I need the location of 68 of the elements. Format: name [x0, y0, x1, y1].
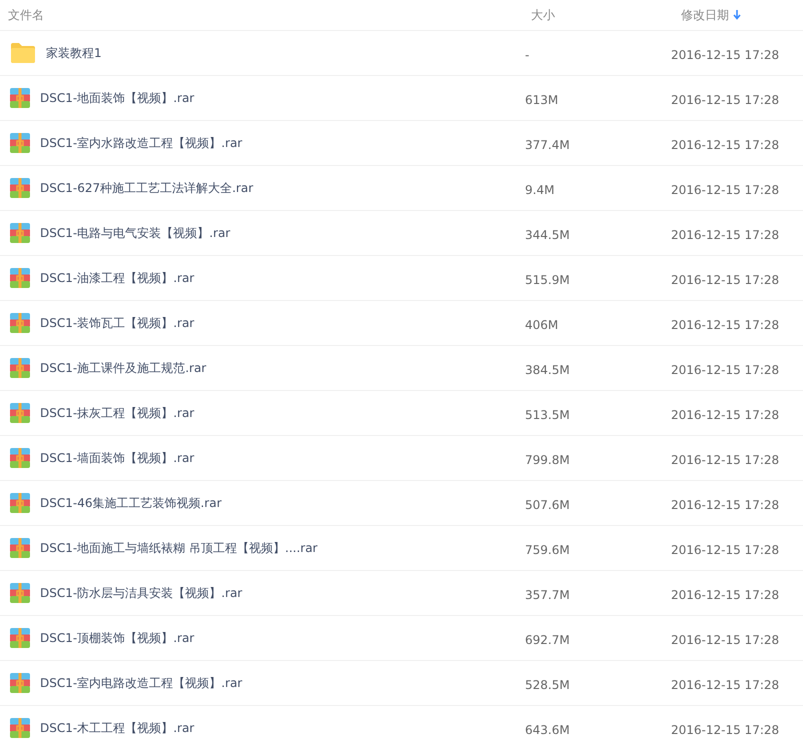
column-header[interactable]: 大小 [531, 6, 555, 24]
archive-icon [10, 403, 30, 423]
modified-date: 2016-12-15 17:28 [671, 722, 780, 736]
file-size: 377.4M [525, 138, 570, 152]
file-name[interactable]: DSC1-地面装饰【视频】.rar [40, 90, 194, 106]
modified-date: 2016-12-15 17:28 [671, 362, 780, 376]
file-size: 513.5M [525, 408, 570, 422]
column-header[interactable]: 文件名 [8, 6, 44, 24]
modified-date: 2016-12-15 17:28 [671, 588, 780, 602]
modified-date: 2016-12-15 17:28 [671, 498, 780, 512]
file-size: 613M [525, 92, 558, 106]
modified-date: 2016-12-15 17:28 [671, 632, 780, 646]
file-name[interactable]: DSC1-防水层与洁具安装【视频】.rar [40, 584, 242, 602]
modified-date: 2016-12-15 17:28 [671, 318, 780, 332]
file-name[interactable]: DSC1-室内电路改造工程【视频】.rar [40, 674, 242, 692]
file-size: 357.7M [525, 588, 570, 602]
modified-date: 2016-12-15 17:28 [671, 182, 780, 196]
archive-icon [10, 628, 30, 648]
file-size: 643.6M [525, 722, 570, 736]
file-size: - [525, 48, 530, 62]
file-size: 406M [525, 318, 558, 332]
file-size: 515.9M [525, 272, 570, 286]
file-name[interactable]: DSC1-施工课件及施工规范.rar [40, 360, 206, 376]
folder-icon [10, 42, 36, 64]
archive-icon [10, 178, 30, 198]
modified-date: 2016-12-15 17:28 [671, 228, 780, 242]
file-size: 799.8M [525, 452, 570, 466]
modified-date: 2016-12-15 17:28 [671, 138, 780, 152]
file-size: 692.7M [525, 632, 570, 646]
archive-icon [10, 133, 30, 153]
modified-date: 2016-12-15 17:28 [671, 452, 780, 466]
file-name[interactable]: DSC1-627种施工工艺工法详解大全.rar [40, 180, 254, 196]
column-header[interactable]: 修改日期 [681, 6, 729, 24]
file-name[interactable]: DSC1-地面施工与墙纸裱糊 吊顶工程【视频】....rar [40, 540, 318, 556]
file-size: 344.5M [525, 228, 570, 242]
modified-date: 2016-12-15 17:28 [671, 408, 780, 422]
archive-icon [10, 673, 30, 693]
file-size: 528.5M [525, 678, 570, 692]
archive-icon [10, 88, 30, 108]
file-size: 759.6M [525, 542, 570, 556]
archive-icon [10, 538, 30, 558]
archive-icon [10, 448, 30, 468]
file-name[interactable]: DSC1-电路与电气安装【视频】.rar [40, 224, 230, 242]
sort-arrow-icon [733, 10, 741, 20]
file-name[interactable]: DSC1-墙面装饰【视频】.rar [40, 450, 194, 466]
modified-date: 2016-12-15 17:28 [671, 272, 780, 286]
archive-icon [10, 718, 30, 738]
archive-icon [10, 268, 30, 288]
file-name[interactable]: DSC1-抹灰工程【视频】.rar [40, 404, 194, 422]
archive-icon [10, 583, 30, 603]
archive-icon [10, 493, 30, 513]
file-name[interactable]: 家装教程1 [46, 44, 102, 62]
modified-date: 2016-12-15 17:28 [671, 678, 780, 692]
modified-date: 2016-12-15 17:28 [671, 542, 780, 556]
file-name[interactable]: DSC1-装饰瓦工【视频】.rar [40, 314, 194, 332]
modified-date: 2016-12-15 17:28 [671, 48, 780, 62]
archive-icon [10, 223, 30, 243]
archive-icon [10, 313, 30, 333]
file-name[interactable]: DSC1-木工工程【视频】.rar [40, 720, 194, 736]
file-name[interactable]: DSC1-室内水路改造工程【视频】.rar [40, 134, 242, 152]
file-size: 384.5M [525, 362, 570, 376]
file-name[interactable]: DSC1-油漆工程【视频】.rar [40, 270, 194, 286]
file-name[interactable]: DSC1-46集施工工艺装饰视频.rar [40, 494, 222, 512]
file-size: 507.6M [525, 498, 570, 512]
file-name[interactable]: DSC1-顶棚装饰【视频】.rar [40, 630, 194, 646]
file-size: 9.4M [525, 182, 554, 196]
archive-icon [10, 358, 30, 378]
modified-date: 2016-12-15 17:28 [671, 92, 780, 106]
